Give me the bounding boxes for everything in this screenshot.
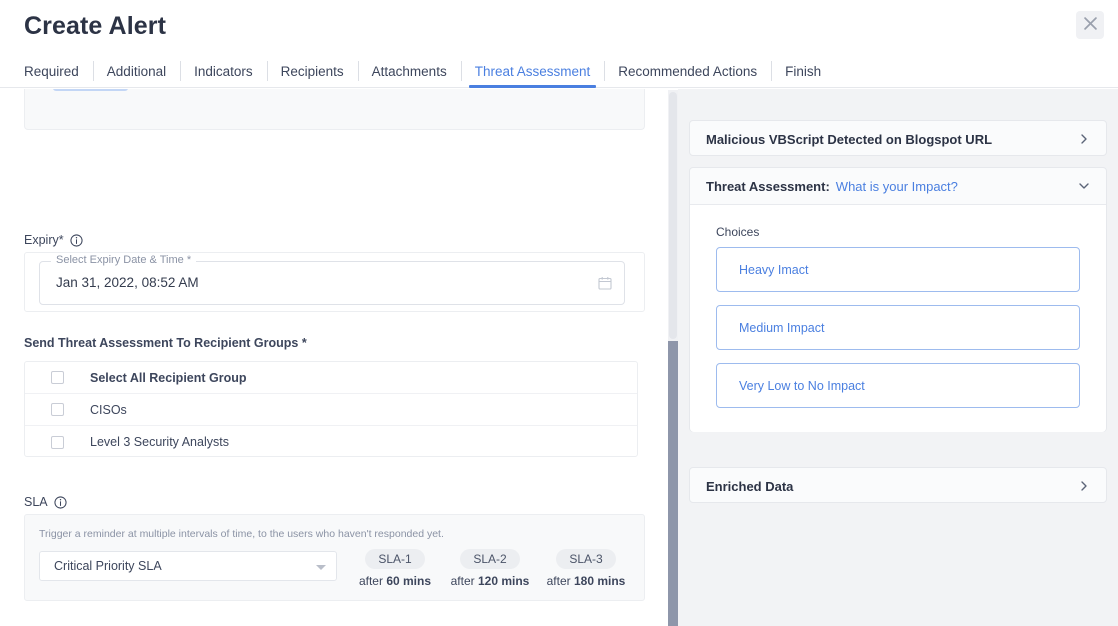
checkbox-select-all[interactable] <box>51 371 64 384</box>
expiry-field-value: Jan 31, 2022, 08:52 AM <box>56 275 199 290</box>
close-icon <box>1083 17 1097 33</box>
tab-label: Finish <box>785 63 822 79</box>
sla-preset-value: Critical Priority SLA <box>54 559 162 573</box>
sla-tier-prefix: after <box>358 574 387 588</box>
scrolled-off-chip <box>53 89 128 91</box>
tab-label: Required <box>24 63 79 79</box>
status-badge: SLA-3 <box>556 549 616 569</box>
create-alert-dialog: Create Alert Required Additional Indicat… <box>0 0 1118 626</box>
expiry-datetime-input[interactable]: Select Expiry Date & Time * Jan 31, 2022… <box>39 254 625 305</box>
expiry-label: Expiry* <box>24 233 83 247</box>
sla-tier-prefix: after <box>546 574 574 588</box>
panel-threat-assessment-body: Choices Heavy Imact Medium Impact Very L… <box>690 204 1106 432</box>
checkbox-cisos[interactable] <box>51 403 64 416</box>
recipient-groups-label: Send Threat Assessment To Recipient Grou… <box>24 336 307 350</box>
expiry-label-text: Expiry* <box>24 233 64 247</box>
panel-threat-assessment-header[interactable]: Threat Assessment: What is your Impact? <box>690 168 1106 204</box>
tab-attachments[interactable]: Attachments <box>357 55 461 87</box>
choice-label: Very Low to No Impact <box>739 378 865 393</box>
scrolled-off-card <box>24 89 645 130</box>
tab-label: Attachments <box>371 63 447 79</box>
expiry-field-wrapper: Select Expiry Date & Time * Jan 31, 2022… <box>24 252 645 312</box>
sla-tier-3-timing: after 180 mins <box>539 574 633 588</box>
list-item-label: Select All Recipient Group <box>90 370 247 385</box>
sla-hint-text: Trigger a reminder at multiple intervals… <box>39 528 444 540</box>
sla-tier-1: SLA-1 after 60 mins <box>351 549 439 588</box>
tab-required[interactable]: Required <box>10 55 93 87</box>
tab-recipients[interactable]: Recipients <box>266 55 358 87</box>
choice-label: Medium Impact <box>739 320 825 335</box>
chevron-right-icon[interactable] <box>1078 133 1090 145</box>
form-pane: Expiry* Select Expiry Date & Time * Jan … <box>0 89 672 626</box>
tab-label: Threat Assessment <box>474 63 591 79</box>
list-item[interactable]: Select All Recipient Group <box>25 362 637 394</box>
page-title: Create Alert <box>24 12 166 40</box>
tab-additional[interactable]: Additional <box>92 55 180 87</box>
sla-tier-2: SLA-2 after 120 mins <box>443 549 537 588</box>
panel-enriched-data-header[interactable]: Enriched Data <box>690 468 1106 504</box>
panel-alert-summary-header[interactable]: Malicious VBScript Detected on Blogspot … <box>690 121 1106 157</box>
tab-finish[interactable]: Finish <box>771 55 835 87</box>
checkbox-level-3-security-analysts[interactable] <box>51 435 64 449</box>
vertical-scrollbar-thumb[interactable] <box>668 341 678 626</box>
wizard-tabs: Required Additional Indicators Recipient… <box>0 55 1118 88</box>
sla-label-text: SLA <box>24 495 48 509</box>
tab-label: Indicators <box>194 63 253 79</box>
panel-alert-summary: Malicious VBScript Detected on Blogspot … <box>689 120 1107 156</box>
status-badge: SLA-1 <box>365 549 425 569</box>
list-item[interactable]: Level 3 Security Analysts <box>25 426 637 458</box>
tab-label: Recommended Actions <box>618 63 758 79</box>
tab-recommended-actions[interactable]: Recommended Actions <box>604 55 771 87</box>
tab-label: Additional <box>106 63 167 79</box>
panel-enriched-data-title: Enriched Data <box>706 478 794 494</box>
panel-title-text: Threat Assessment: <box>706 178 830 194</box>
expiry-field-legend: Select Expiry Date & Time * <box>51 254 197 266</box>
sla-tier-value: 60 mins <box>386 574 432 588</box>
choice-very-low-to-no-impact[interactable]: Very Low to No Impact <box>716 363 1080 408</box>
info-icon[interactable] <box>70 233 83 247</box>
list-item[interactable]: CISOs <box>25 394 637 426</box>
chevron-right-icon[interactable] <box>1078 480 1090 492</box>
choice-medium-impact[interactable]: Medium Impact <box>716 305 1080 350</box>
info-icon[interactable] <box>54 495 67 509</box>
panel-question-text: What is your Impact? <box>835 178 958 194</box>
tab-label: Recipients <box>280 63 344 79</box>
sla-label: SLA <box>24 495 67 509</box>
list-item-label: Level 3 Security Analysts <box>90 435 229 449</box>
sla-tier-value: 120 mins <box>477 574 530 588</box>
panel-alert-summary-title: Malicious VBScript Detected on Blogspot … <box>706 131 993 147</box>
sla-tier-prefix: after <box>450 574 478 588</box>
choice-label: Heavy Imact <box>739 262 809 277</box>
close-button[interactable] <box>1076 11 1104 39</box>
side-panel: Malicious VBScript Detected on Blogspot … <box>678 89 1118 626</box>
choice-heavy-impact[interactable]: Heavy Imact <box>716 247 1080 292</box>
panel-enriched-data: Enriched Data <box>689 467 1107 503</box>
calendar-icon[interactable] <box>598 276 612 290</box>
chevron-down-icon <box>316 565 326 570</box>
sla-section: Trigger a reminder at multiple intervals… <box>24 514 645 601</box>
sla-tier-2-timing: after 120 mins <box>443 574 537 588</box>
recipient-groups-list: Select All Recipient Group CISOs Level 3… <box>24 361 638 457</box>
list-item-label: CISOs <box>90 402 127 417</box>
tab-threat-assessment[interactable]: Threat Assessment <box>460 55 605 88</box>
sla-tier-1-timing: after 60 mins <box>351 574 439 588</box>
sla-tier-3: SLA-3 after 180 mins <box>539 549 633 588</box>
tab-indicators[interactable]: Indicators <box>180 55 267 87</box>
sla-preset-select[interactable]: Critical Priority SLA <box>39 551 337 581</box>
panel-threat-assessment: Threat Assessment: What is your Impact? C… <box>689 167 1107 432</box>
sla-tier-value: 180 mins <box>573 574 626 588</box>
panel-threat-assessment-title: Threat Assessment: What is your Impact? <box>706 179 958 194</box>
chevron-down-icon[interactable] <box>1078 180 1090 192</box>
choices-label: Choices <box>716 225 760 239</box>
vertical-scrollbar-upper <box>669 92 677 339</box>
status-badge: SLA-2 <box>460 549 520 569</box>
